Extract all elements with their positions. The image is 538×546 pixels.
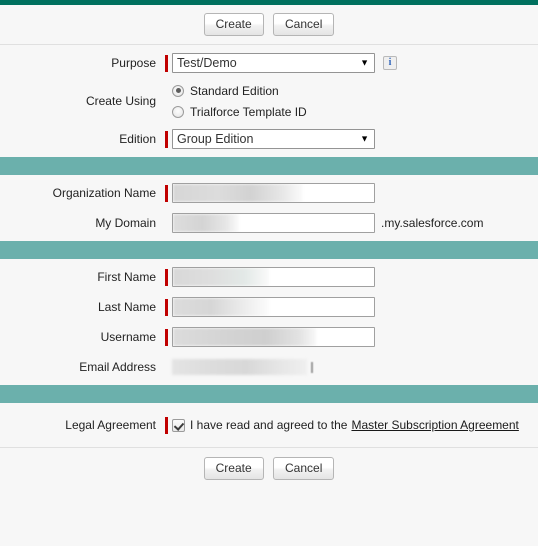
my-domain-label: My Domain <box>95 216 156 230</box>
required-marker-edition <box>165 130 168 148</box>
username-input[interactable] <box>172 327 375 347</box>
edition-row: Edition Group Edition ▼ <box>0 125 538 153</box>
edition-label: Edition <box>119 132 156 146</box>
master-subscription-agreement-link[interactable]: Master Subscription Agreement <box>351 418 518 432</box>
bottom-action-bar: Create Cancel <box>0 447 538 489</box>
organization-settings-section: Purpose Test/Demo ▼ i Create Using Stand… <box>0 45 538 157</box>
required-marker-first-name <box>165 268 168 286</box>
section-divider-bar <box>0 385 538 403</box>
required-marker-last-name <box>165 298 168 316</box>
organization-name-row: Organization Name <box>0 179 538 207</box>
organization-name-label: Organization Name <box>52 186 156 200</box>
required-marker-spacer <box>165 93 168 110</box>
purpose-selected-value: Test/Demo <box>177 56 237 70</box>
redacted-value <box>173 214 239 232</box>
radio-standard-edition-label: Standard Edition <box>190 83 279 98</box>
purpose-row: Purpose Test/Demo ▼ i <box>0 49 538 77</box>
email-address-row: Email Address <box>0 353 538 381</box>
legal-agreement-field: I have read and agreed to the Master Sub… <box>165 416 538 434</box>
purpose-field: Test/Demo ▼ i <box>165 53 538 73</box>
required-marker-spacer <box>165 359 168 376</box>
redacted-value <box>173 184 303 202</box>
first-name-row: First Name <box>0 263 538 291</box>
username-row: Username <box>0 323 538 351</box>
create-organization-page: Create Cancel Purpose Test/Demo ▼ i Crea… <box>0 0 538 546</box>
required-marker-purpose <box>165 54 168 72</box>
my-domain-suffix: .my.salesforce.com <box>381 216 484 230</box>
info-icon[interactable]: i <box>383 56 397 70</box>
legal-agreement-label: Legal Agreement <box>65 418 156 432</box>
my-domain-input[interactable] <box>172 213 375 233</box>
legal-agreement-text: I have read and agreed to the <box>190 418 348 432</box>
first-name-field <box>165 267 538 287</box>
create-button-top[interactable]: Create <box>203 13 264 36</box>
first-name-input[interactable] <box>172 267 375 287</box>
purpose-select[interactable]: Test/Demo ▼ <box>172 53 375 73</box>
email-address-field <box>165 359 538 376</box>
organization-name-field <box>165 183 538 203</box>
email-address-value <box>172 359 307 375</box>
required-marker-spacer <box>165 215 168 232</box>
my-domain-field: .my.salesforce.com <box>165 213 538 233</box>
legal-agreement-checkbox[interactable] <box>172 418 185 432</box>
cancel-button-top[interactable]: Cancel <box>273 13 335 36</box>
create-using-radio-group: Standard Edition Trialforce Template ID <box>172 80 307 122</box>
username-label: Username <box>100 330 156 344</box>
redacted-value <box>173 298 269 316</box>
cancel-button-bottom[interactable]: Cancel <box>273 457 335 480</box>
edition-field: Group Edition ▼ <box>165 129 538 149</box>
redacted-value <box>173 268 269 286</box>
chevron-down-icon: ▼ <box>360 57 369 68</box>
last-name-field <box>165 297 538 317</box>
edition-select[interactable]: Group Edition ▼ <box>172 129 375 149</box>
purpose-label: Purpose <box>111 56 156 70</box>
create-button-bottom[interactable]: Create <box>203 457 264 480</box>
create-using-row: Create Using Standard Edition Trialforce… <box>0 79 538 123</box>
radio-trialforce-template-id-label: Trialforce Template ID <box>190 104 307 119</box>
redacted-value <box>173 328 316 346</box>
last-name-row: Last Name <box>0 293 538 321</box>
section-divider-bar <box>0 241 538 259</box>
chevron-down-icon: ▼ <box>360 133 369 144</box>
required-marker-legal-agreement <box>165 416 168 434</box>
required-marker-username <box>165 328 168 346</box>
top-action-bar: Create Cancel <box>0 5 538 45</box>
radio-option-trialforce-template-id[interactable]: Trialforce Template ID <box>172 101 307 122</box>
my-domain-row: My Domain .my.salesforce.com <box>0 209 538 237</box>
legal-agreement-section: Legal Agreement I have read and agreed t… <box>0 403 538 447</box>
first-name-label: First Name <box>97 270 156 284</box>
required-marker-organization-name <box>165 184 168 202</box>
create-using-field: Standard Edition Trialforce Template ID <box>165 80 538 122</box>
radio-trialforce-template-id-icon[interactable] <box>172 105 184 118</box>
email-address-label: Email Address <box>79 360 156 374</box>
radio-option-standard-edition[interactable]: Standard Edition <box>172 80 307 101</box>
edition-selected-value: Group Edition <box>177 132 254 146</box>
radio-standard-edition-icon[interactable] <box>172 84 184 97</box>
last-name-label: Last Name <box>97 300 156 314</box>
admin-user-section: First Name Last Name Username Email Addr… <box>0 259 538 385</box>
last-name-input[interactable] <box>172 297 375 317</box>
section-divider-bar <box>0 157 538 175</box>
email-address-value-tail <box>311 361 313 373</box>
organization-name-input[interactable] <box>172 183 375 203</box>
username-field <box>165 327 538 347</box>
organization-identity-section: Organization Name My Domain .my.salesfor… <box>0 175 538 241</box>
legal-agreement-row: Legal Agreement I have read and agreed t… <box>0 411 538 439</box>
create-using-label: Create Using <box>85 94 156 108</box>
